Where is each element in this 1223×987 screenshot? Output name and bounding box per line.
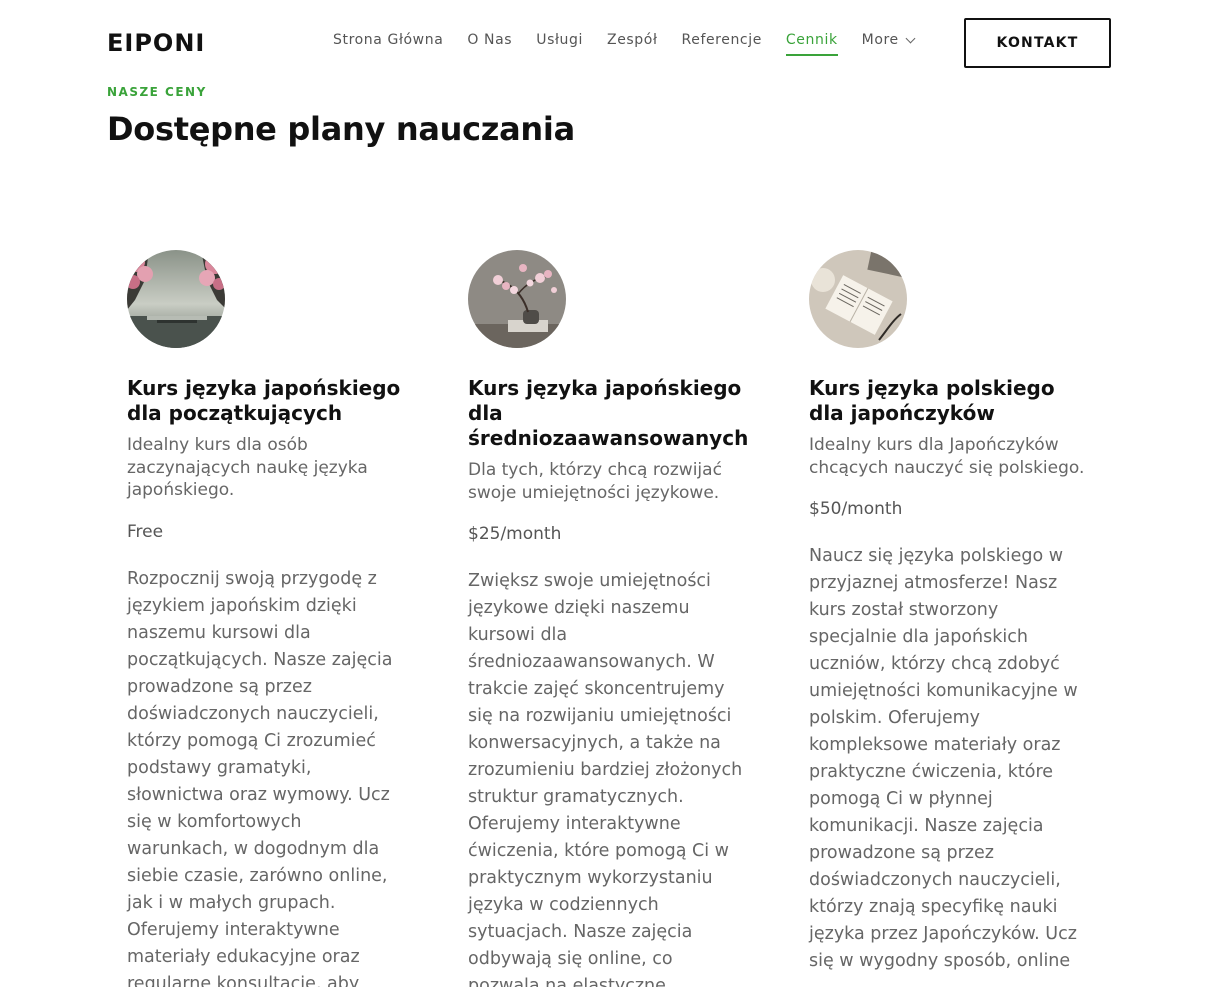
kontakt-button[interactable]: KONTAKT: [964, 18, 1111, 68]
plan-description: Rozpocznij swoją przygodę z językiem jap…: [127, 568, 393, 987]
nav-item-strona-glowna[interactable]: Strona Główna: [333, 32, 443, 54]
nav-item-cennik[interactable]: Cennik: [785, 32, 838, 56]
plan-description: Naucz się języka polskiego w przyjaznej …: [809, 546, 1078, 971]
nav-item-o-nas[interactable]: O Nas: [467, 32, 512, 54]
section-eyebrow: NASZE CENY: [107, 85, 207, 99]
nav-more-dropdown[interactable]: More: [861, 32, 916, 54]
plan-title: Kurs języka japońskiego dla początkujący…: [127, 376, 401, 425]
cherry-blossom-lake-image: [127, 250, 225, 348]
nav-item-uslugi[interactable]: Usługi: [536, 32, 583, 54]
plan-subtitle: Idealny kurs dla Japończyków chcących na…: [809, 435, 1085, 478]
plan-title: Kurs języka japońskiego dla średniozaawa…: [468, 376, 749, 450]
plan-title: Kurs języka polskiego dla japończyków: [809, 376, 1055, 425]
page-title: Dostępne plany nauczania: [107, 110, 575, 148]
chevron-down-icon: [905, 33, 916, 43]
plan-subtitle: Dla tych, którzy chcą rozwijać swoje umi…: [468, 460, 722, 503]
plan-price: $25/month: [468, 524, 562, 544]
main-nav: Strona Główna O Nas Usługi Zespół Refere…: [333, 32, 916, 56]
plan-description: Zwiększ swoje umiejętności językowe dzię…: [468, 571, 743, 987]
plan-subtitle: Idealny kurs dla osób zaczynających nauk…: [127, 435, 368, 500]
site-logo[interactable]: EIPONI: [107, 29, 205, 57]
pricing-card-polish: Kurs języka polskiego dla japończyków Id…: [809, 250, 1099, 975]
pricing-card-beginner: Kurs języka japońskiego dla początkujący…: [127, 250, 417, 987]
cherry-blossom-branch-image: [468, 250, 566, 348]
nav-more-label: More: [861, 32, 899, 48]
open-notebook-image: [809, 250, 907, 348]
plan-price: $50/month: [809, 499, 903, 519]
plan-price: Free: [127, 521, 164, 542]
nav-item-zespol[interactable]: Zespół: [607, 32, 658, 54]
pricing-card-intermediate: Kurs języka japońskiego dla średniozaawa…: [468, 250, 758, 987]
nav-item-referencje[interactable]: Referencje: [682, 32, 762, 54]
site-header: EIPONI Strona Główna O Nas Usługi Zespół…: [0, 0, 1223, 86]
